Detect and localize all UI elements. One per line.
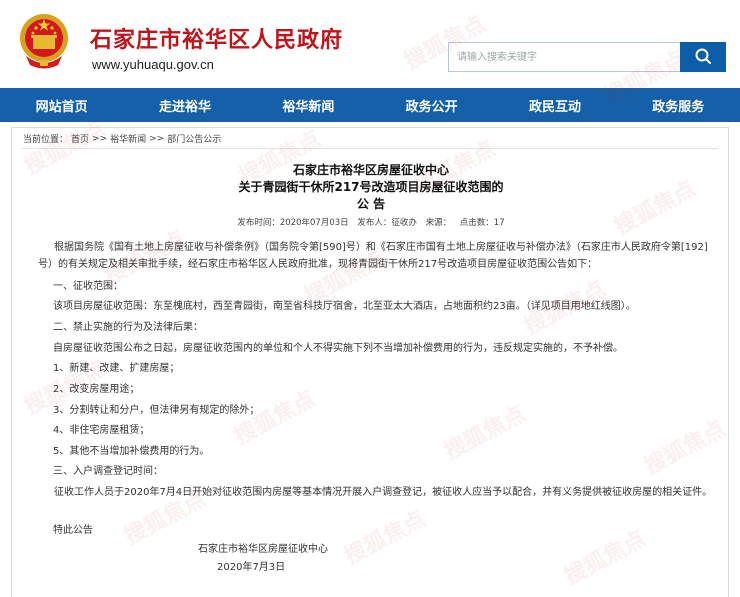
meta-author: 发布人：征收办 <box>357 218 417 228</box>
breadcrumb-home[interactable]: 首页 <box>71 132 89 145</box>
article-paragraph: 4、非住宅房屋租赁； <box>53 425 150 436</box>
nav-item-gov-affairs[interactable]: 政务公开 <box>370 88 493 122</box>
article-title-line3: 公 告 <box>356 197 386 211</box>
article-paragraph: 2、改变房屋用途； <box>53 384 140 395</box>
article-paragraph: 二、禁止实施的行为及法律后果： <box>53 322 203 333</box>
article-paragraph: 根据国务院《国有土地上房屋征收与补偿条例》（国务院令第[590]号）和《石家庄市… <box>38 242 708 270</box>
search-button[interactable] <box>680 42 726 72</box>
search-icon <box>694 47 712 68</box>
meta-date: 发布时间：2020年07月03日 <box>237 218 349 228</box>
article-paragraph: 一、征收范围： <box>53 281 123 292</box>
article-container: 当前位置： 首页 >> 裕华新闻 >> 部门公告公示 石家庄市裕华区房屋征收中心… <box>11 127 729 597</box>
site-header: 石家庄市裕华区人民政府 www.yuhuaqu.gov.cn <box>0 0 740 86</box>
search-input[interactable] <box>448 42 680 72</box>
site-title[interactable]: 石家庄市裕华区人民政府 <box>90 22 343 54</box>
article-paragraph: 该项目房屋征收范围：东至槐底村，西至青园街，南至省科技厅宿舍，北至亚太大酒店，占… <box>53 301 636 312</box>
nav-item-about[interactable]: 走进裕华 <box>123 88 246 122</box>
article-title-line2: 关于青园街干休所217号改造项目房屋征收范围的 <box>238 180 504 194</box>
meta-source: 来源： <box>425 218 452 228</box>
meta-clicks: 点击数：17 <box>459 218 505 228</box>
nav-item-services[interactable]: 政务服务 <box>617 88 740 122</box>
breadcrumb-notices[interactable]: 部门公告公示 <box>167 132 221 145</box>
signature-org: 石家庄市裕华区房屋征收中心 <box>198 544 328 555</box>
article-paragraph: 3、分割转让和分户，但法律另有规定的除外； <box>53 405 260 416</box>
article-paragraph: 征收工作人员于2020年7月4日开始对征收范围内房屋等基本情况开展入户调查登记，… <box>54 487 713 498</box>
breadcrumb-prefix: 当前位置： <box>23 135 69 145</box>
article-meta: 发布时间：2020年07月03日 发布人：征收办 来源： 点击数：17 <box>12 216 730 228</box>
article-paragraph: 5、其他不当增加补偿费用的行为。 <box>53 446 210 457</box>
nav-item-home[interactable]: 网站首页 <box>0 88 123 122</box>
signature-date: 2020年7月3日 <box>217 562 286 573</box>
breadcrumb-news[interactable]: 裕华新闻 <box>110 132 146 145</box>
search-bar <box>448 42 726 72</box>
breadcrumb: 当前位置： 首页 >> 裕华新闻 >> 部门公告公示 <box>23 132 221 146</box>
site-url: www.yuhuaqu.gov.cn <box>92 57 214 72</box>
divider <box>22 148 718 149</box>
breadcrumb-separator: >> <box>149 133 165 144</box>
article-paragraph: 特此公告 <box>53 525 93 536</box>
national-emblem-icon <box>16 10 72 72</box>
nav-item-interaction[interactable]: 政民互动 <box>493 88 616 122</box>
article-title-line1: 石家庄市裕华区房屋征收中心 <box>292 163 449 177</box>
article-paragraph: 三、入户调查登记时间： <box>53 466 163 477</box>
article-paragraph: 1、新建、改建、扩建房屋； <box>53 363 180 374</box>
main-nav: 网站首页 走进裕华 裕华新闻 政务公开 政民互动 政务服务 <box>0 88 740 122</box>
article-paragraph: 自房屋征收范围公布之日起，房屋征收范围内的单位和个人不得实施下列不当增加补偿费用… <box>53 343 623 354</box>
nav-item-news[interactable]: 裕华新闻 <box>247 88 370 122</box>
breadcrumb-separator: >> <box>92 133 108 144</box>
